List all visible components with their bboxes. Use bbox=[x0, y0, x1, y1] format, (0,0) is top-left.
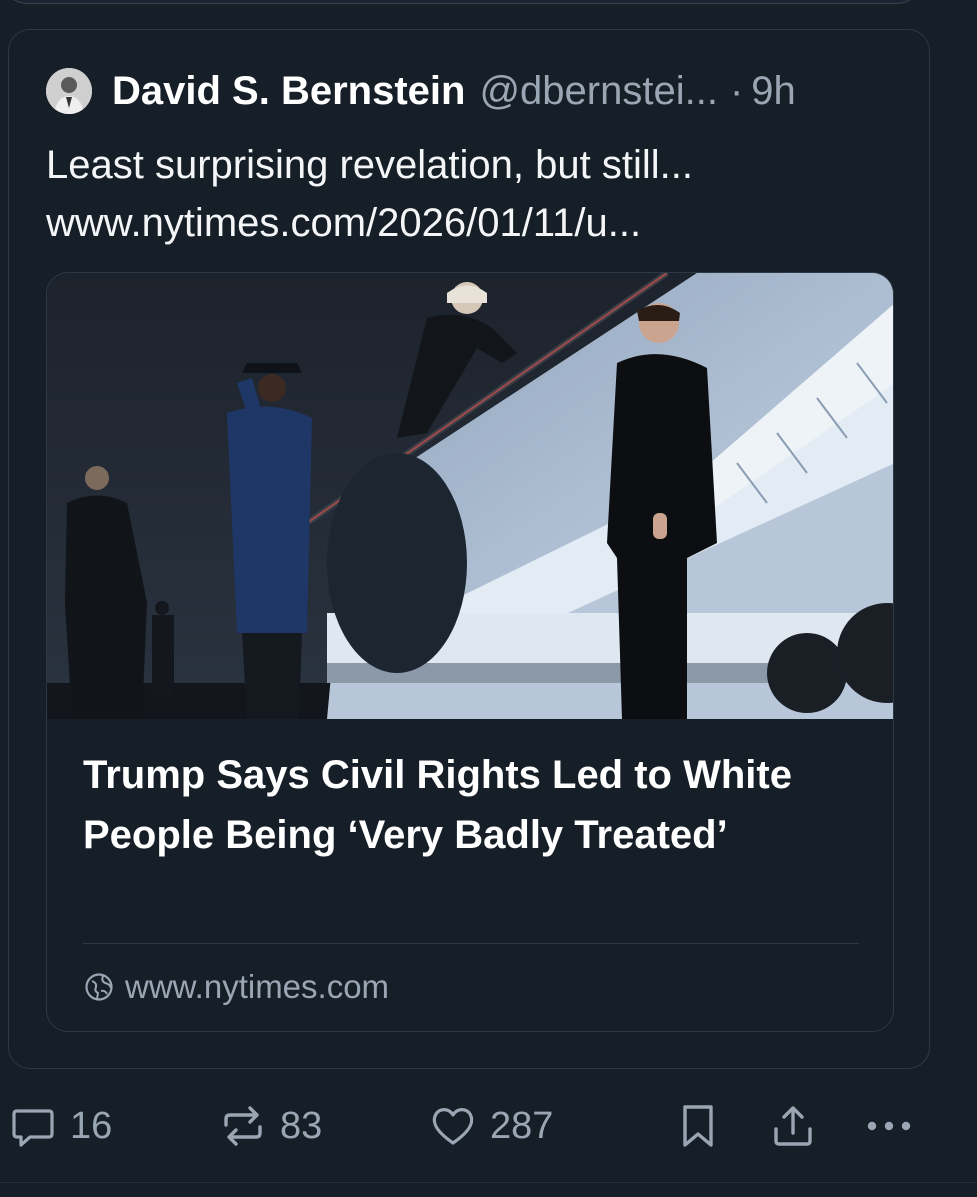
post-timestamp[interactable]: 9h bbox=[751, 69, 796, 114]
link-preview-card[interactable]: Trump Says Civil Rights Led to White Peo… bbox=[46, 272, 894, 1032]
share-icon bbox=[774, 1106, 812, 1146]
share-button[interactable] bbox=[768, 1098, 818, 1154]
post-header: David S. Bernstein @dbernstei... · 9h bbox=[46, 68, 796, 114]
author-name[interactable]: David S. Bernstein bbox=[112, 69, 465, 114]
divider bbox=[83, 943, 859, 944]
more-options-icon bbox=[867, 1121, 911, 1131]
repost-icon bbox=[224, 1106, 262, 1146]
heart-icon bbox=[432, 1108, 474, 1145]
repost-count: 83 bbox=[280, 1104, 323, 1147]
person-avatar-icon bbox=[46, 68, 92, 114]
bookmark-icon bbox=[683, 1105, 713, 1147]
post-bottom-divider bbox=[0, 1182, 977, 1183]
post-link[interactable]: www.nytimes.com/2026/01/11/u... bbox=[46, 194, 906, 252]
repost-button[interactable]: 83 bbox=[218, 1098, 322, 1154]
article-title[interactable]: Trump Says Civil Rights Led to White Peo… bbox=[83, 745, 843, 865]
meta-separator: · bbox=[729, 68, 744, 113]
avatar[interactable] bbox=[46, 68, 92, 114]
bookmark-button[interactable] bbox=[675, 1098, 721, 1154]
more-options-button[interactable] bbox=[862, 1098, 916, 1154]
article-thumbnail-image bbox=[47, 273, 893, 719]
post-text-line: Least surprising revelation, but still..… bbox=[46, 143, 693, 187]
reply-icon bbox=[12, 1109, 54, 1147]
globe-icon bbox=[85, 973, 113, 1001]
post-text: Least surprising revelation, but still..… bbox=[46, 136, 906, 252]
previous-card-edge bbox=[0, 0, 924, 4]
author-handle[interactable]: @dbernstei... bbox=[479, 69, 718, 114]
article-domain-row: www.nytimes.com bbox=[83, 967, 389, 1007]
reply-button[interactable]: 16 bbox=[8, 1098, 112, 1154]
like-button[interactable]: 287 bbox=[428, 1098, 553, 1154]
reply-count: 16 bbox=[70, 1104, 113, 1147]
article-domain: www.nytimes.com bbox=[125, 968, 390, 1005]
post-actions-bar: 16 83 287 bbox=[0, 1098, 977, 1154]
like-count: 287 bbox=[490, 1104, 554, 1147]
